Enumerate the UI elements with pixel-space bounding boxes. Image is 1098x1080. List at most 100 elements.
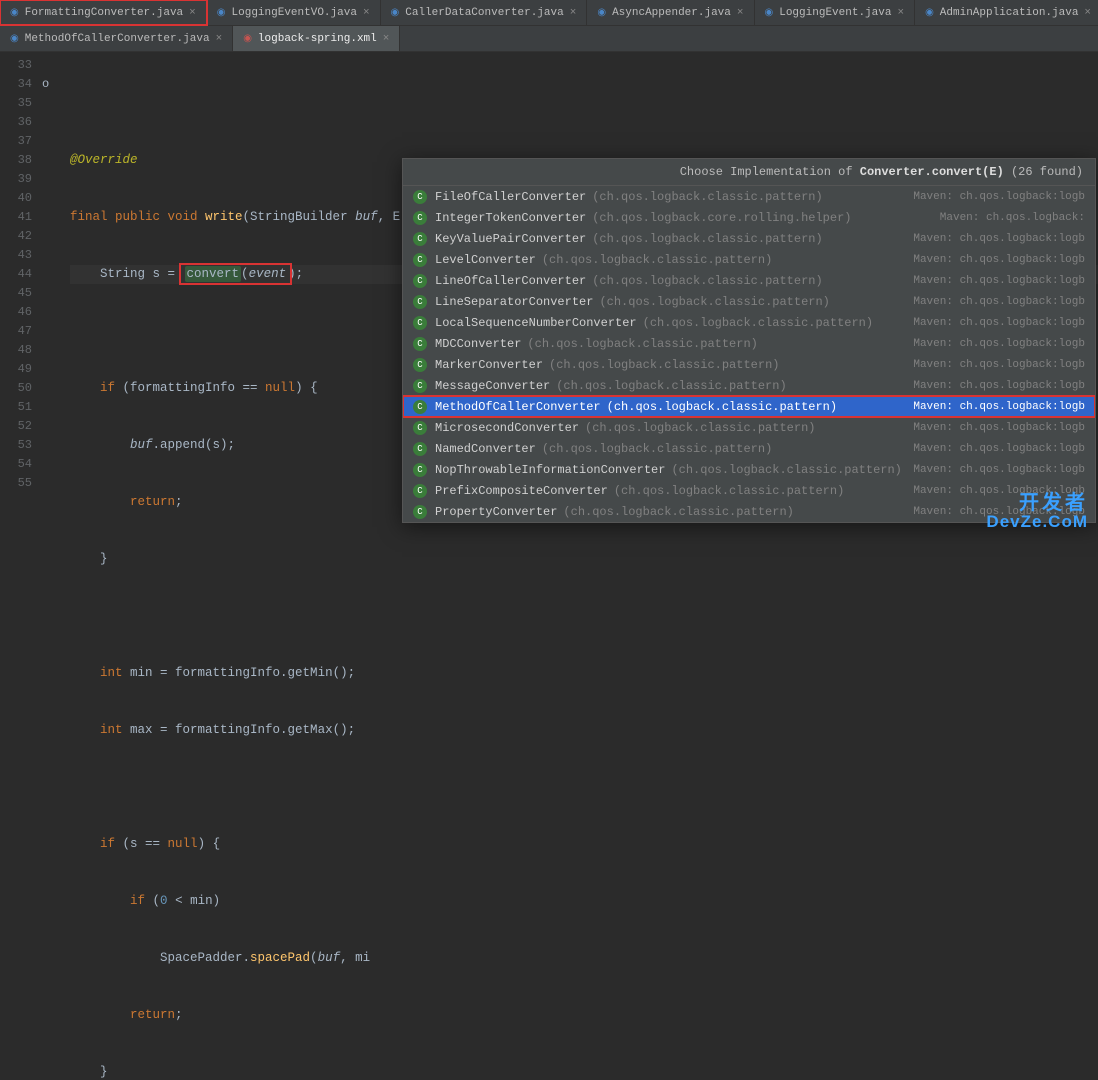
editor-tab[interactable]: logback-spring.xml × <box>233 26 400 51</box>
class-icon: C <box>413 442 427 456</box>
class-icon: C <box>413 337 427 351</box>
class-name: PropertyConverter <box>435 505 557 519</box>
close-icon[interactable]: × <box>737 7 744 19</box>
editor-tab[interactable]: LoggingEvent.java× <box>755 0 916 25</box>
package-name: (ch.qos.logback.classic.pattern) <box>607 400 837 414</box>
xml-file-icon <box>243 33 252 45</box>
tab-label: LoggingEventVO.java <box>232 7 357 19</box>
implementation-item[interactable]: C NamedConverter (ch.qos.logback.classic.p… <box>403 438 1095 459</box>
implementation-item[interactable]: CFileOfCallerConverter(ch.qos.logback.cl… <box>403 186 1095 207</box>
implementation-item[interactable]: CMDCConverter(ch.qos.logback.classic.pat… <box>403 333 1095 354</box>
editor-tab[interactable]: AsyncAppender.java× <box>587 0 754 25</box>
package-name: (ch.qos.logback.classic.pattern) <box>556 379 786 393</box>
class-icon: C <box>413 274 427 288</box>
close-icon[interactable]: × <box>189 7 196 19</box>
class-icon: C <box>413 211 427 225</box>
package-name: (ch.qos.logback.classic.pattern) <box>549 358 779 372</box>
implementation-item[interactable]: CMarkerConverter(ch.qos.logback.classic.… <box>403 354 1095 375</box>
tab-label: AdminApplication.java <box>940 7 1079 19</box>
tab-label: logback-spring.xml <box>258 33 377 45</box>
code-line <box>70 94 1098 113</box>
package-name: (ch.qos.logback.classic.pattern) <box>563 505 793 519</box>
class-icon: C <box>413 253 427 267</box>
implementation-item[interactable]: CKeyValuePairConverter(ch.qos.logback.cl… <box>403 228 1095 249</box>
implementation-item[interactable]: CMicrosecondConverter(ch.qos.logback.cla… <box>403 417 1095 438</box>
class-icon: C <box>413 505 427 519</box>
package-name: (ch.qos.logback.classic.pattern) <box>542 442 772 456</box>
line-number: 47 <box>0 322 32 341</box>
class-icon: C <box>413 463 427 477</box>
line-number: 43 <box>0 246 32 265</box>
tab-label: MethodOfCallerConverter.java <box>25 33 210 45</box>
implementation-item[interactable]: CMessageConverter(ch.qos.logback.classic… <box>403 375 1095 396</box>
implementation-item[interactable]: CLineSeparatorConverter(ch.qos.logback.c… <box>403 291 1095 312</box>
java-file-icon <box>597 7 606 19</box>
line-number: 54 <box>0 455 32 474</box>
implementations-popup: Choose Implementation of Converter.conve… <box>402 158 1096 523</box>
implementation-item[interactable]: CMethodOfCallerConverter(ch.qos.logback.… <box>403 396 1095 417</box>
close-icon[interactable]: × <box>570 7 577 19</box>
code-line: } <box>70 550 1098 569</box>
line-number: 51 <box>0 398 32 417</box>
implementation-item[interactable]: CIntegerTokenConverter(ch.qos.logback.co… <box>403 207 1095 228</box>
line-number: 35 <box>0 94 32 113</box>
editor-tab[interactable]: FormattingConverter.java × <box>0 0 207 25</box>
package-name: (ch.qos.logback.classic.pattern) <box>527 337 757 351</box>
implementation-item[interactable]: C LineOfCallerConverter (ch.qos.logback.cl… <box>403 270 1095 291</box>
source-label: Maven: ch.qos.logback:logb <box>913 380 1085 392</box>
code-line: if (s == null) { <box>70 835 1098 854</box>
popup-list[interactable]: CFileOfCallerConverter(ch.qos.logback.cl… <box>403 186 1095 522</box>
close-icon[interactable]: × <box>897 7 904 19</box>
class-name: LineOfCallerConverter <box>435 274 586 288</box>
close-icon[interactable]: × <box>363 7 370 19</box>
watermark: 开发者 DevZe.CoM <box>986 493 1088 530</box>
editor-tab[interactable]: MethodOfCallerConverter.java × <box>0 26 233 51</box>
code-line <box>70 778 1098 797</box>
line-number: 44 <box>0 265 32 284</box>
class-name: IntegerTokenConverter <box>435 211 586 225</box>
line-number: 41 <box>0 208 32 227</box>
package-name: (ch.qos.logback.classic.pattern) <box>643 316 873 330</box>
package-name: (ch.qos.logback.classic.pattern) <box>671 463 901 477</box>
class-icon: C <box>413 190 427 204</box>
tab-label: FormattingConverter.java <box>25 7 183 19</box>
implementation-item[interactable]: C NopThrowableInformationConverter (ch.qos… <box>403 459 1095 480</box>
source-label: Maven: ch.qos.logback:logb <box>913 401 1085 413</box>
source-label: Maven: ch.qos.logback:logb <box>913 338 1085 350</box>
line-number: 45 <box>0 284 32 303</box>
line-number: 46 <box>0 303 32 322</box>
java-file-icon <box>10 33 19 45</box>
editor-tab[interactable]: CallerDataConverter.java× <box>381 0 588 25</box>
source-label: Maven: ch.qos.logback: <box>940 212 1085 224</box>
source-label: Maven: ch.qos.logback:logb <box>913 464 1085 476</box>
editor-tabs-row-1: FormattingConverter.java×LoggingEventVO.… <box>0 0 1098 26</box>
line-number: 33 <box>0 56 32 75</box>
class-name: MarkerConverter <box>435 358 543 372</box>
source-label: Maven: ch.qos.logback:logb <box>913 422 1085 434</box>
source-label: Maven: ch.qos.logback:logb <box>913 233 1085 245</box>
code-line <box>70 607 1098 626</box>
close-icon[interactable]: × <box>1084 7 1091 19</box>
line-gutter: 3334353637383940414243444546474849505152… <box>0 52 40 540</box>
line-number: 53 <box>0 436 32 455</box>
implementation-item[interactable]: CLevelConverter(ch.qos.logback.classic.p… <box>403 249 1095 270</box>
close-icon[interactable]: × <box>216 33 223 45</box>
editor-tab[interactable]: LoggingEventVO.java × <box>207 0 381 25</box>
line-number: 42 <box>0 227 32 246</box>
popup-header: Choose Implementation of Converter.conve… <box>403 159 1095 186</box>
override-gutter-icon[interactable]: o <box>42 77 49 91</box>
class-name: KeyValuePairConverter <box>435 232 586 246</box>
line-number: 34 <box>0 75 32 94</box>
class-icon: C <box>413 316 427 330</box>
code-line: if (0 < min) <box>70 892 1098 911</box>
code-line: int max = formattingInfo.getMax(); <box>70 721 1098 740</box>
editor-tab[interactable]: AdminApplication.java × <box>915 0 1098 25</box>
code-line: return; <box>70 1006 1098 1025</box>
package-name: (ch.qos.logback.classic.pattern) <box>592 274 822 288</box>
implementation-item[interactable]: CLocalSequenceNumberConverter(ch.qos.log… <box>403 312 1095 333</box>
source-label: Maven: ch.qos.logback:logb <box>913 359 1085 371</box>
class-name: NopThrowableInformationConverter <box>435 463 665 477</box>
close-icon[interactable]: × <box>383 33 390 45</box>
line-number: 36 <box>0 113 32 132</box>
class-name: NamedConverter <box>435 442 536 456</box>
